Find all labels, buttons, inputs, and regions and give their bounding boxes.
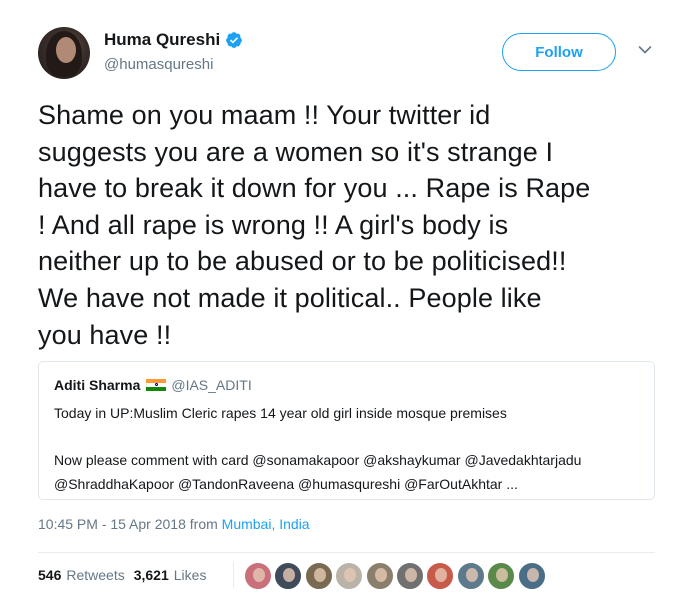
quoted-author-name: Aditi Sharma [54,377,141,393]
author-avatar[interactable] [38,27,90,79]
india-flag-icon [146,378,167,392]
quoted-tweet-header: Aditi Sharma @IAS_ADITI [54,377,252,393]
quoted-text-line: @ShraddhaKapoor @TandonRaveena @humasqur… [54,475,518,492]
tweet-timestamp-row: 10:45 PM - 15 Apr 2018 from Mumbai, Indi… [38,516,310,532]
quoted-author-handle: @IAS_ADITI [171,377,252,393]
follow-button[interactable]: Follow [502,33,616,71]
tweet-text-line: you have !! [38,319,172,350]
retweets-count[interactable]: 546 [38,567,61,583]
tweet-text-line: We have not made it political.. People l… [38,282,542,313]
tweet-text-line: suggests you are a women so it's strange… [38,136,554,167]
retweets-label[interactable]: Retweets [66,567,124,583]
liker-avatar[interactable] [426,562,455,590]
author-handle[interactable]: @humasqureshi [104,56,213,73]
stats-divider [233,562,234,588]
quoted-tweet[interactable]: Aditi Sharma @IAS_ADITI Today in UP:Musl… [38,361,655,500]
quoted-text-line: Today in UP:Muslim Cleric rapes 14 year … [54,405,507,421]
liker-avatar[interactable] [365,562,394,590]
likes-label[interactable]: Likes [174,567,207,583]
tweet-text-line: neither up to be abused or to be politic… [38,246,567,277]
quoted-text-line: Now please comment with card @sonamakapo… [54,452,582,468]
divider [38,552,655,553]
chevron-down-icon[interactable] [638,45,652,55]
tweet-stats: 546 Retweets 3,621 Likes [38,567,206,583]
tweet-text: Shame on you maam !! Your twitter id sug… [38,97,658,353]
liker-avatar[interactable] [395,562,424,590]
liker-avatar[interactable] [304,562,333,590]
from-label: from [189,516,218,532]
likes-count[interactable]: 3,621 [134,567,169,583]
liker-avatar[interactable] [456,562,485,590]
quoted-tweet-text: Today in UP:Muslim Cleric rapes 14 year … [54,402,644,496]
author-name-row[interactable]: Huma Qureshi [104,30,243,50]
tweet-text-line: have to break it down for you ... Rape i… [38,173,591,204]
liker-avatar[interactable] [517,562,546,590]
tweet-timestamp[interactable]: 10:45 PM - 15 Apr 2018 [38,516,186,532]
liker-avatar[interactable] [335,562,364,590]
tweet-text-line: ! And all rape is wrong !! A girl's body… [38,209,509,240]
quoted-text-blank-line [54,426,644,450]
tweet-card: Huma Qureshi @humasqureshi Follow Shame … [0,0,693,599]
tweet-location-link[interactable]: Mumbai, India [222,516,310,532]
liker-avatar[interactable] [274,562,303,590]
author-name[interactable]: Huma Qureshi [104,30,220,50]
verified-badge-icon [226,32,243,48]
likers-avatar-list [244,562,548,590]
liker-avatar[interactable] [244,562,272,590]
tweet-text-line: Shame on you maam !! Your twitter id [38,100,491,130]
liker-avatar[interactable] [487,562,516,590]
